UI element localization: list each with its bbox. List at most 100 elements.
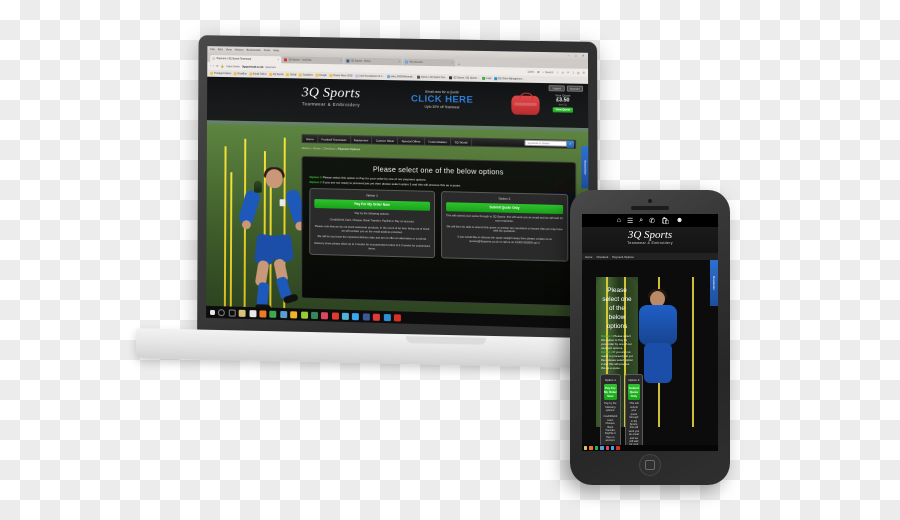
breadcrumb-home[interactable]: Home: [313, 146, 321, 150]
reader-icon[interactable]: ⇄: [537, 70, 539, 73]
minimize-icon[interactable]: –: [568, 53, 571, 57]
menu-file[interactable]: File: [210, 48, 215, 51]
taskbar-app-icon[interactable]: [290, 310, 298, 318]
browser-tab[interactable]: 3Q Sports - YouTube ×: [282, 55, 344, 65]
menu-tools[interactable]: Tools: [264, 49, 271, 52]
mobile-site-logo[interactable]: 3Q Sports Teamwear & Embroidery: [582, 227, 718, 253]
phone-icon[interactable]: ✆: [649, 217, 655, 225]
taskbar-app-icon[interactable]: [373, 313, 381, 321]
star-icon[interactable]: ☆: [556, 71, 558, 74]
nav-item-special-offers[interactable]: Special Offers: [398, 136, 425, 146]
taskbar-app-icon[interactable]: [321, 311, 329, 319]
browser-tab[interactable]: Payment | 3Q Sports Teamwear ×: [210, 54, 282, 64]
taskbar-app-icon[interactable]: [589, 446, 593, 450]
nav-item-equipment[interactable]: Equipment: [350, 135, 373, 145]
bookmark-item[interactable]: Admin | 3Q Sports Tea...: [416, 76, 447, 79]
taskbar-app-icon[interactable]: [341, 312, 349, 320]
bookmark-item[interactable]: House Move 2018: [329, 74, 352, 77]
download-icon[interactable]: ⇩: [572, 71, 574, 74]
zoom-level[interactable]: 100%: [528, 70, 535, 73]
submit-quote-button[interactable]: Submit Quote Only: [446, 201, 564, 214]
pocket-icon[interactable]: ◎: [562, 71, 564, 74]
taskbar-app-icon[interactable]: [616, 446, 620, 450]
newsletter-tab[interactable]: Newsletter: [581, 146, 589, 189]
hamburger-menu-icon[interactable]: ☰: [583, 71, 585, 74]
menu-history[interactable]: History: [235, 49, 244, 52]
bookmark-item[interactable]: Google: [315, 74, 327, 77]
task-view-icon[interactable]: [228, 308, 236, 317]
search-icon[interactable]: ⌕: [639, 217, 643, 225]
close-icon[interactable]: ✕: [582, 53, 585, 57]
shield-icon[interactable]: ⛨: [567, 71, 569, 74]
taskbar-app-icon[interactable]: [383, 313, 391, 321]
bookmark-item[interactable]: Social: [286, 73, 296, 76]
site-search-input[interactable]: [524, 140, 567, 148]
tab-close-icon[interactable]: ×: [278, 58, 280, 61]
bookmark-item[interactable]: wsta_3NZKWebmail...: [386, 75, 414, 79]
nav-item-customisation[interactable]: Customisation: [424, 137, 452, 146]
taskbar-app-icon[interactable]: [310, 311, 318, 319]
menu-edit[interactable]: Edit: [218, 48, 223, 51]
taskbar-app-icon[interactable]: [279, 310, 287, 318]
menu-help[interactable]: Help: [273, 49, 279, 52]
bookmark-item[interactable]: Suppliers: [298, 73, 313, 77]
taskbar-app-icon[interactable]: [584, 446, 588, 450]
taskbar-app-icon[interactable]: [300, 311, 308, 319]
view-quote-button[interactable]: View Quote: [552, 107, 574, 113]
back-icon[interactable]: ‹: [210, 64, 211, 68]
taskbar-app-icon[interactable]: [610, 446, 615, 450]
search-icon[interactable]: ⌕: [566, 141, 575, 148]
menu-view[interactable]: View: [226, 48, 232, 51]
nav-item-custom-wear[interactable]: Custom Wear: [372, 136, 399, 145]
nav-item-home[interactable]: Home: [302, 134, 319, 143]
taskbar-app-icon[interactable]: [605, 446, 609, 450]
tab-close-icon[interactable]: ×: [399, 60, 401, 63]
account-link[interactable]: Account: [566, 85, 584, 93]
promo-banner[interactable]: Email now for a Quote CLICK HERE Upto 30…: [411, 90, 473, 110]
taskbar-app-icon[interactable]: [249, 309, 257, 317]
profile-icon[interactable]: ◍: [577, 71, 579, 74]
pay-now-button[interactable]: Pay For My Order Now: [314, 198, 431, 211]
bookmark-item[interactable]: Logo: [482, 77, 491, 80]
windows-start-icon[interactable]: [210, 309, 215, 315]
home-button[interactable]: [639, 454, 661, 476]
bookmark-item[interactable]: Email Online: [249, 73, 267, 76]
breadcrumb-checkout[interactable]: Checkout: [596, 255, 608, 259]
taskbar-app-icon[interactable]: [269, 310, 277, 318]
taskbar-app-icon[interactable]: [238, 309, 246, 317]
browser-tab[interactable]: 3Q Sports : Home ×: [344, 56, 403, 66]
breadcrumb-home[interactable]: Home: [585, 255, 592, 259]
site-logo[interactable]: 3Q Sports Teamwear & Embroidery: [302, 85, 361, 107]
browser-search[interactable]: ⌕ Search: [543, 71, 554, 74]
pay-now-button[interactable]: Pay For My Order Now: [603, 383, 618, 400]
menu-icon[interactable]: ☰: [627, 217, 633, 225]
reload-icon[interactable]: ⟳: [216, 64, 219, 68]
nav-item-football-teamwear[interactable]: Football Teamwear: [318, 134, 351, 144]
nav-item-3q-world[interactable]: 3Q World: [451, 137, 472, 147]
taskbar-app-icon[interactable]: [352, 312, 360, 320]
url-domain[interactable]: 3qsportsuk.co.uk: [242, 65, 263, 68]
cart-icon[interactable]: 🛍: [661, 217, 670, 225]
taskbar-app-icon[interactable]: [594, 446, 599, 450]
forward-icon[interactable]: ›: [213, 64, 214, 68]
new-tab-button[interactable]: +: [456, 62, 462, 66]
bookmark-item[interactable]: Card Acceptance for c...: [354, 75, 384, 78]
browser-tab[interactable]: My Account ×: [403, 58, 456, 67]
bookmark-item[interactable]: 3Q Sports | 3Q Sports ...: [449, 76, 480, 80]
home-icon[interactable]: ⌂: [617, 217, 621, 224]
breadcrumb-history[interactable]: History: [302, 146, 311, 150]
tab-close-icon[interactable]: ×: [340, 59, 342, 62]
bookmark-item[interactable]: 3Q Order Managemen...: [493, 77, 524, 81]
tab-close-icon[interactable]: ×: [452, 61, 454, 64]
taskbar-app-icon[interactable]: [259, 309, 267, 318]
taskbar-app-icon[interactable]: [362, 312, 370, 321]
submit-quote-button[interactable]: Submit Quote Only: [628, 383, 640, 400]
breadcrumb-checkout[interactable]: Checkout: [323, 146, 335, 150]
user-icon[interactable]: ☻: [676, 217, 683, 224]
bookmark-item[interactable]: Postage Folders: [210, 72, 231, 75]
menu-bookmarks[interactable]: Bookmarks: [247, 49, 261, 52]
taskbar-search-icon[interactable]: [218, 308, 226, 316]
bookmark-item[interactable]: 3Q Sports: [268, 73, 284, 76]
taskbar-app-icon[interactable]: [600, 446, 604, 450]
mobile-newsletter-tab[interactable]: Newsletter: [710, 260, 718, 306]
